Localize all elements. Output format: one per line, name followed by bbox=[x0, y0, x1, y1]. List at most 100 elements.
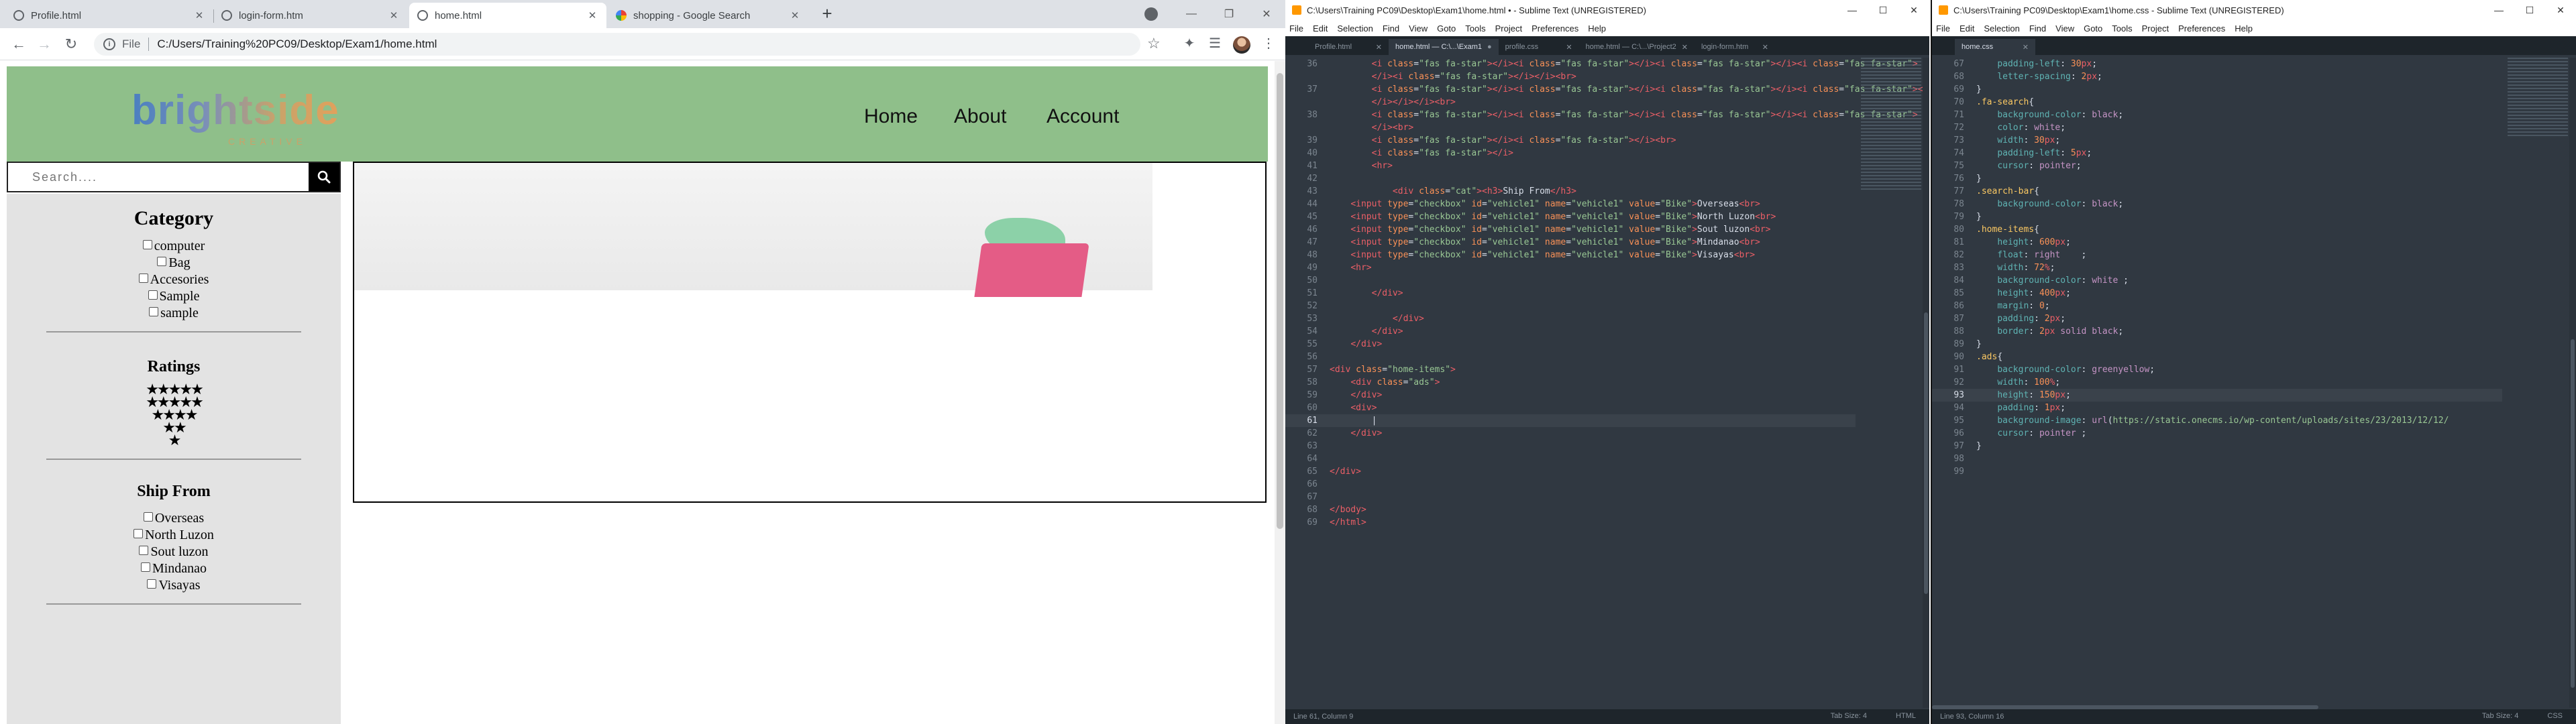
close-icon[interactable]: ✕ bbox=[388, 9, 400, 21]
menu-view[interactable]: View bbox=[2055, 23, 2074, 34]
code-line[interactable]: 67 padding-left: 30px; bbox=[1932, 58, 2502, 70]
menu-edit[interactable]: Edit bbox=[1313, 23, 1328, 34]
checkbox[interactable] bbox=[148, 290, 158, 300]
tab-search-icon[interactable] bbox=[1144, 7, 1158, 21]
ship-option[interactable]: Sout luzon bbox=[7, 544, 341, 560]
code-area[interactable]: 67 padding-left: 30px; 68 letter-spacing:… bbox=[1932, 58, 2502, 478]
code-line[interactable]: 46 <input type="checkbox" id="vehicle1" … bbox=[1285, 223, 1856, 236]
code-line[interactable]: 69 </html> bbox=[1285, 516, 1856, 529]
close-icon[interactable]: ✕ bbox=[193, 9, 205, 21]
modified-dot-icon[interactable]: ● bbox=[1487, 43, 1492, 51]
code-line[interactable]: 99 bbox=[1932, 465, 2502, 478]
code-line[interactable]: 49 <hr> bbox=[1285, 261, 1856, 274]
maximize-icon[interactable]: ☐ bbox=[2514, 5, 2545, 16]
close-window-icon[interactable]: ✕ bbox=[1898, 5, 1929, 16]
menu-file[interactable]: File bbox=[1289, 23, 1303, 34]
url-text[interactable]: C:/Users/Training%20PC09/Desktop/Exam1/h… bbox=[157, 38, 437, 51]
menu-edit[interactable]: Edit bbox=[1960, 23, 1974, 34]
minimap[interactable] bbox=[1861, 58, 1921, 192]
code-line[interactable]: 51 </div> bbox=[1285, 287, 1856, 300]
minimize-icon[interactable]: — bbox=[1173, 8, 1210, 20]
code-line[interactable]: 74 padding-left: 5px; bbox=[1932, 147, 2502, 160]
menu-file[interactable]: File bbox=[1936, 23, 1950, 34]
code-line[interactable]: 42 bbox=[1285, 172, 1856, 185]
ship-option[interactable]: Mindanao bbox=[7, 560, 341, 577]
tab-login-form[interactable]: login-form.htm ✕ bbox=[213, 3, 408, 28]
code-line[interactable]: 37 <i class="fas fa-star"></i><i class="… bbox=[1285, 83, 1929, 96]
editor-tab-active[interactable]: home.css ✕ bbox=[1955, 39, 2035, 55]
code-line[interactable]: 39 <i class="fas fa-star"></i><i class="… bbox=[1285, 134, 1856, 147]
code-line[interactable]: 54 </div> bbox=[1285, 325, 1856, 338]
close-icon[interactable]: ✕ bbox=[1762, 43, 1768, 52]
nav-home-link[interactable]: Home bbox=[864, 105, 918, 128]
ratings-stars[interactable]: ★★★★★ ★★★★★ ★★★★ ★★ ★ bbox=[133, 382, 214, 448]
code-line[interactable]: 65 </div> bbox=[1285, 465, 1856, 478]
code-line[interactable]: 82 float: right ; bbox=[1932, 249, 2502, 261]
category-option[interactable]: Bag bbox=[7, 255, 341, 272]
minimize-icon[interactable]: — bbox=[2483, 5, 2514, 15]
editor-tab[interactable]: home.html — C:\...\Project2 ✕ bbox=[1579, 39, 1695, 55]
close-icon[interactable]: ✕ bbox=[1376, 43, 1382, 52]
code-line[interactable]: 91 background-color: greenyellow; bbox=[1932, 363, 2502, 376]
menu-help[interactable]: Help bbox=[1588, 23, 1606, 34]
code-line[interactable]: 66 bbox=[1285, 478, 1856, 491]
menu-project[interactable]: Project bbox=[2142, 23, 2169, 34]
code-line[interactable]: 88 border: 2px solid black; bbox=[1932, 325, 2502, 338]
code-line[interactable]: 50 bbox=[1285, 274, 1856, 287]
ship-option[interactable]: Overseas bbox=[7, 510, 341, 527]
menu-goto[interactable]: Goto bbox=[2084, 23, 2102, 34]
menu-find[interactable]: Find bbox=[1383, 23, 1399, 34]
code-line[interactable]: 69} bbox=[1932, 83, 2502, 96]
ship-option[interactable]: North Luzon bbox=[7, 527, 341, 544]
scrollbar-thumb[interactable] bbox=[2571, 339, 2575, 688]
ads-banner[interactable] bbox=[353, 162, 1267, 503]
syntax-mode[interactable]: CSS bbox=[2547, 712, 2563, 720]
code-line[interactable]: 61 | bbox=[1285, 414, 1856, 427]
code-line[interactable]: 45 <input type="checkbox" id="vehicle1" … bbox=[1285, 210, 1856, 223]
code-line[interactable]: 57 <div class="home-items"> bbox=[1285, 363, 1856, 376]
category-option[interactable]: Accesories bbox=[7, 272, 341, 288]
code-line[interactable]: 43 <div class="cat"><h3>Ship From</h3> bbox=[1285, 185, 1856, 198]
close-window-icon[interactable]: ✕ bbox=[2545, 5, 2576, 16]
scrollbar-thumb[interactable] bbox=[1924, 312, 1928, 594]
code-line[interactable]: 80 .home-items{ bbox=[1932, 223, 2502, 236]
checkbox[interactable] bbox=[138, 274, 148, 283]
minimap[interactable] bbox=[2508, 58, 2568, 138]
code-line[interactable]: 71 background-color: black; bbox=[1932, 109, 2502, 121]
code-line[interactable]: 75 cursor: pointer; bbox=[1932, 160, 2502, 172]
code-line[interactable]: 90 .ads{ bbox=[1932, 351, 2502, 363]
editor-scrollbar[interactable] bbox=[2569, 58, 2576, 708]
code-line[interactable]: </i><i class="fas fa-star"></i></i><br> bbox=[1285, 70, 1856, 83]
site-logo[interactable]: brightside bbox=[131, 86, 339, 134]
code-line[interactable]: 70 .fa-search{ bbox=[1932, 96, 2502, 109]
search-button[interactable] bbox=[309, 163, 339, 191]
category-option[interactable]: computer bbox=[7, 238, 341, 255]
tab-google-search[interactable]: shopping - Google Search ✕ bbox=[608, 3, 809, 28]
code-area[interactable]: 36 <i class="fas fa-star"></i><i class="… bbox=[1285, 58, 1929, 529]
code-line[interactable]: 55 </div> bbox=[1285, 338, 1856, 351]
code-line[interactable]: 62 </div> bbox=[1285, 427, 1856, 440]
search-input[interactable] bbox=[8, 163, 309, 191]
menu-help[interactable]: Help bbox=[2235, 23, 2253, 34]
code-line[interactable]: 60 <div> bbox=[1285, 402, 1856, 414]
code-line[interactable]: 76} bbox=[1932, 172, 2502, 185]
code-line[interactable]: 78 background-color: black; bbox=[1932, 198, 2502, 210]
code-line[interactable]: </i></i></i><br> bbox=[1285, 96, 1856, 109]
menu-find[interactable]: Find bbox=[2029, 23, 2046, 34]
code-line[interactable]: 92 width: 100%; bbox=[1932, 376, 2502, 389]
code-line[interactable]: 59 </div> bbox=[1285, 389, 1856, 402]
star-icon[interactable]: ★ bbox=[133, 433, 214, 448]
code-line[interactable]: 98 bbox=[1932, 452, 2502, 465]
code-line[interactable]: 73 width: 30px; bbox=[1932, 134, 2502, 147]
code-line[interactable]: 68 </body> bbox=[1285, 503, 1856, 516]
maximize-icon[interactable]: ❐ bbox=[1210, 7, 1248, 21]
bookmark-star-icon[interactable]: ☆ bbox=[1147, 35, 1161, 52]
code-line[interactable]: 94 padding: 1px; bbox=[1932, 402, 2502, 414]
menu-tools[interactable]: Tools bbox=[1465, 23, 1485, 34]
code-line[interactable]: 47 <input type="checkbox" id="vehicle1" … bbox=[1285, 236, 1856, 249]
menu-preferences[interactable]: Preferences bbox=[2178, 23, 2225, 34]
code-line[interactable]: 83 width: 72%; bbox=[1932, 261, 2502, 274]
nav-account-link[interactable]: Account bbox=[1046, 105, 1119, 128]
tab-size[interactable]: Tab Size: 4 bbox=[1831, 712, 1867, 720]
editor-tab-active[interactable]: home.html — C:\...\Exam1 ● bbox=[1389, 39, 1499, 55]
